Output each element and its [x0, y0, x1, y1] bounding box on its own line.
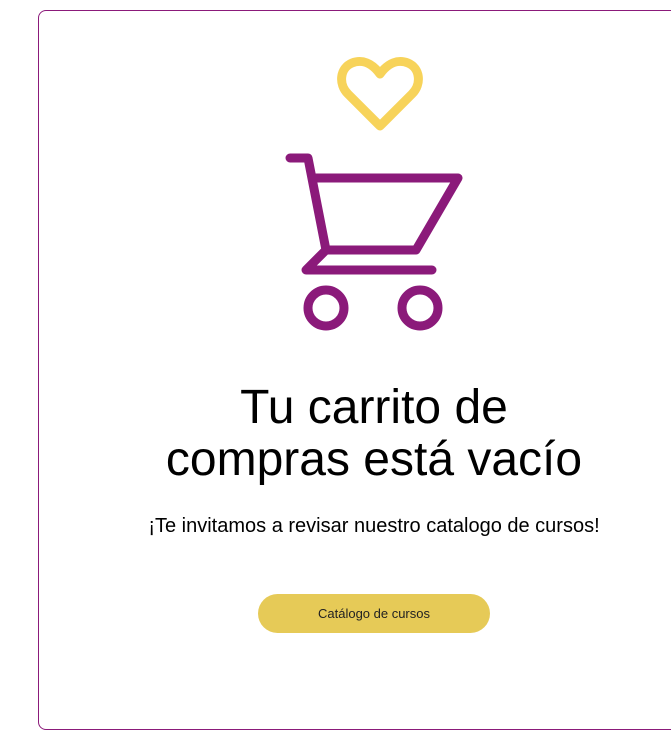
course-catalog-button[interactable]: Catálogo de cursos — [258, 594, 490, 633]
title-line-1: Tu carrito de — [240, 381, 508, 434]
shopping-cart-icon — [285, 153, 463, 331]
empty-cart-subtitle: ¡Te invitamos a revisar nuestro catalogo… — [148, 515, 600, 537]
empty-cart-title: Tu carrito de compras está vacío — [60, 382, 671, 486]
heart-icon — [337, 57, 423, 131]
title-line-2: compras está vacío — [165, 433, 583, 486]
